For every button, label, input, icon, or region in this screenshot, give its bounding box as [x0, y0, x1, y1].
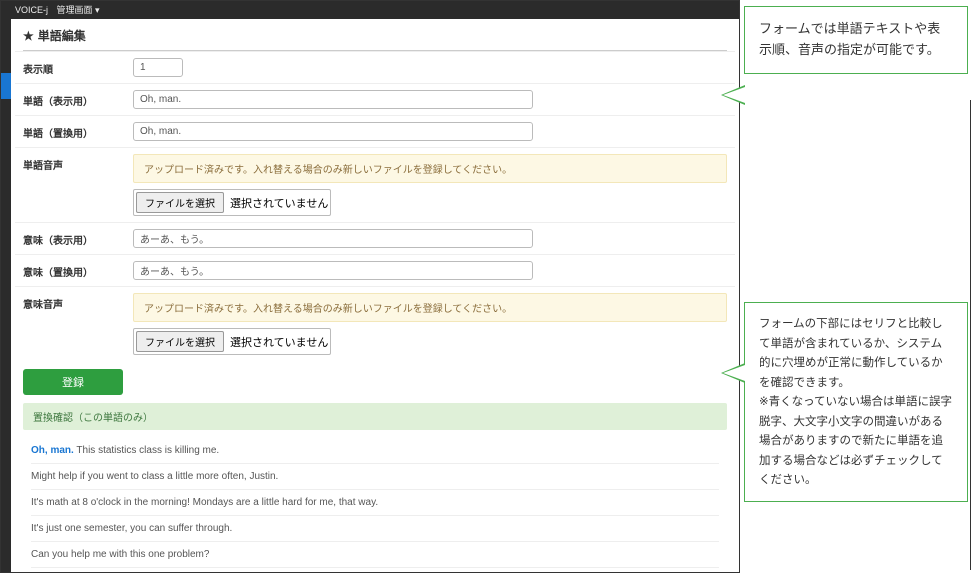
input-meaning-display[interactable] — [133, 229, 533, 248]
callout-bottom: フォームの下部にはセリフと比較して単語が含まれているか、システム的に穴埋めが正常… — [744, 302, 968, 502]
file-word-audio[interactable]: ファイルを選択 選択されていません — [133, 189, 331, 216]
input-word-display[interactable] — [133, 90, 533, 109]
file-meaning-audio[interactable]: ファイルを選択 選択されていません — [133, 328, 331, 355]
dialog-line: Might help if you went to class a little… — [31, 464, 719, 490]
file-select-button-2[interactable]: ファイルを選択 — [136, 331, 224, 352]
label-word-replace: 単語（置換用） — [23, 122, 133, 140]
submit-button[interactable]: 登録 — [23, 369, 123, 395]
main-content: ★ 単語編集 表示順 単語（表示用） 単語（置換用） 単語音声 アップロード済みで… — [15, 19, 735, 572]
callout-bottom-text: フォームの下部にはセリフと比較して単語が含まれているか、システム的に穴埋めが正常… — [759, 318, 952, 486]
connector-line — [970, 100, 971, 570]
file-none-label: 選択されていません — [230, 195, 328, 211]
callout-top: フォームでは単語テキストや表示順、音声の指定が可能です。 — [744, 6, 968, 74]
file-none-label-2: 選択されていません — [230, 334, 328, 350]
label-meaning-replace: 意味（置換用） — [23, 261, 133, 279]
dialog-line: Oh, man. This statistics class is killin… — [31, 438, 719, 464]
alert-meaning-audio: アップロード済みです。入れ替える場合のみ新しいファイルを登録してください。 — [133, 293, 727, 322]
alert-word-audio: アップロード済みです。入れ替える場合のみ新しいファイルを登録してください。 — [133, 154, 727, 183]
row-word-replace: 単語（置換用） — [15, 115, 735, 147]
row-word-audio: 単語音声 アップロード済みです。入れ替える場合のみ新しいファイルを登録してくださ… — [15, 147, 735, 222]
star-icon: ★ — [23, 29, 34, 43]
dialog-line: It's just one semester, you can suffer t… — [31, 516, 719, 542]
dialog-line: Let me see it. Here, Justin. You went wr… — [31, 568, 719, 572]
label-word-audio: 単語音声 — [23, 154, 133, 172]
label-meaning-audio: 意味音声 — [23, 293, 133, 311]
callout-tail-icon — [721, 363, 745, 383]
input-meaning-replace[interactable] — [133, 261, 533, 280]
highlighted-word: Oh, man. — [31, 445, 74, 456]
file-select-button[interactable]: ファイルを選択 — [136, 192, 224, 213]
app-window: VOICE-j 管理画面 ▾ ★ 単語編集 表示順 単語（表示用） 単語（置換用）… — [0, 0, 740, 573]
page-title: ★ 単語編集 — [15, 19, 735, 50]
callout-tail-icon — [721, 85, 745, 105]
row-display-order: 表示順 — [15, 51, 735, 83]
page-title-text: 単語編集 — [38, 29, 86, 43]
dialog-line: Can you help me with this one problem? — [31, 542, 719, 568]
row-meaning-replace: 意味（置換用） — [15, 254, 735, 286]
dialog-line: It's math at 8 o'clock in the morning! M… — [31, 490, 719, 516]
row-meaning-display: 意味（表示用） — [15, 222, 735, 254]
label-display-order: 表示順 — [23, 58, 133, 76]
dialog-lines: Oh, man. This statistics class is killin… — [15, 438, 735, 572]
sidebar-active-marker — [1, 73, 11, 99]
label-word-display: 単語（表示用） — [23, 90, 133, 108]
topbar: VOICE-j 管理画面 ▾ — [1, 1, 739, 19]
callout-top-text: フォームでは単語テキストや表示順、音声の指定が可能です。 — [759, 21, 940, 57]
input-display-order[interactable] — [133, 58, 183, 77]
label-meaning-display: 意味（表示用） — [23, 229, 133, 247]
brand-label[interactable]: VOICE-j — [15, 5, 48, 15]
input-word-replace[interactable] — [133, 122, 533, 141]
topbar-menu[interactable]: 管理画面 ▾ — [57, 5, 100, 15]
replacement-check-header: 置換確認（この単語のみ） — [23, 403, 727, 430]
row-meaning-audio: 意味音声 アップロード済みです。入れ替える場合のみ新しいファイルを登録してくださ… — [15, 286, 735, 361]
row-word-display: 単語（表示用） — [15, 83, 735, 115]
